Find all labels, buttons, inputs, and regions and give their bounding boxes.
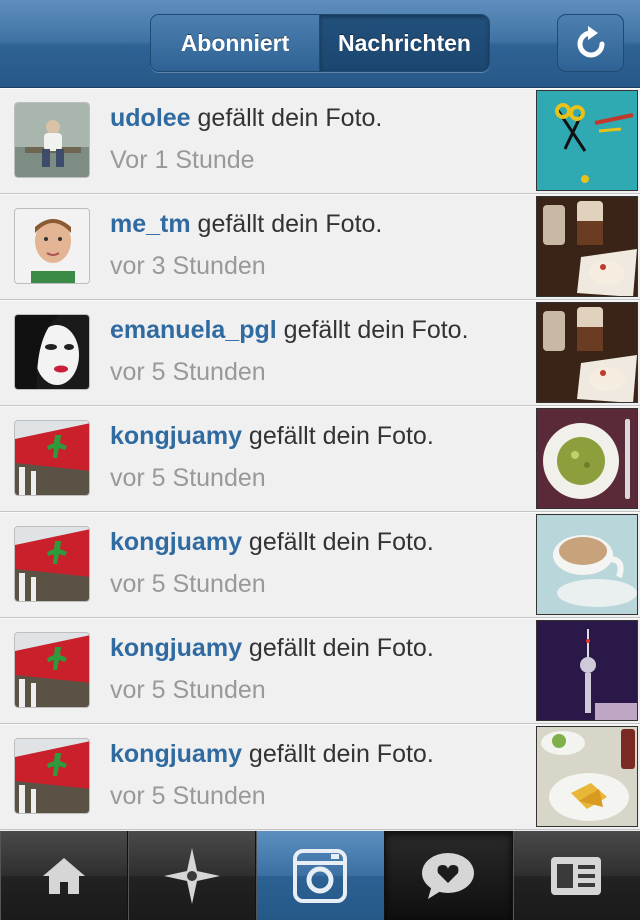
tab-home[interactable]: [0, 831, 129, 920]
action-text: gefällt dein Foto.: [190, 104, 383, 132]
action-text: gefällt dein Foto.: [241, 634, 434, 662]
list-item[interactable]: emanuela_pgl gefällt dein Foto. vor 5 St…: [0, 300, 640, 406]
liked-photo-thumbnail[interactable]: [536, 302, 638, 403]
timestamp: vor 5 Stunden: [110, 464, 266, 492]
news-icon: [422, 852, 475, 899]
tab-following[interactable]: Abonniert: [151, 15, 320, 71]
liked-photo-thumbnail[interactable]: [536, 408, 638, 509]
avatar[interactable]: [14, 738, 90, 814]
notification-text: me_tm gefällt dein Foto.: [110, 210, 382, 239]
camera-icon: [293, 848, 347, 903]
bottom-tab-bar: [0, 831, 640, 920]
action-text: gefällt dein Foto.: [241, 422, 434, 450]
list-item[interactable]: kongjuamy gefällt dein Foto. vor 5 Stund…: [0, 724, 640, 830]
top-navigation-bar: Abonniert Nachrichten: [0, 0, 640, 88]
action-text: gefällt dein Foto.: [190, 210, 383, 238]
refresh-button[interactable]: [557, 14, 624, 72]
username-link[interactable]: me_tm: [110, 210, 191, 238]
tab-profile[interactable]: [513, 831, 640, 920]
timestamp: vor 3 Stunden: [110, 252, 266, 280]
notification-text: udolee gefällt dein Foto.: [110, 104, 382, 133]
tab-camera[interactable]: [256, 831, 385, 920]
list-item[interactable]: kongjuamy gefällt dein Foto. vor 5 Stund…: [0, 512, 640, 618]
news-list: udolee gefällt dein Foto. Vor 1 Stunde m…: [0, 88, 640, 831]
profile-icon: [551, 856, 602, 895]
liked-photo-thumbnail[interactable]: [536, 196, 638, 297]
action-text: gefällt dein Foto.: [241, 528, 434, 556]
home-icon: [42, 857, 85, 894]
username-link[interactable]: kongjuamy: [110, 422, 242, 450]
liked-photo-thumbnail[interactable]: [536, 514, 638, 615]
timestamp: vor 5 Stunden: [110, 358, 266, 386]
username-link[interactable]: kongjuamy: [110, 528, 242, 556]
liked-photo-thumbnail[interactable]: [536, 90, 638, 191]
list-item[interactable]: udolee gefällt dein Foto. Vor 1 Stunde: [0, 88, 640, 194]
action-text: gefällt dein Foto.: [276, 316, 469, 344]
liked-photo-thumbnail[interactable]: [536, 726, 638, 827]
tab-explore[interactable]: [128, 831, 257, 920]
list-item[interactable]: kongjuamy gefällt dein Foto. vor 5 Stund…: [0, 618, 640, 724]
timestamp: vor 5 Stunden: [110, 570, 266, 598]
notification-text: emanuela_pgl gefällt dein Foto.: [110, 316, 469, 345]
tab-news[interactable]: Nachrichten: [320, 15, 489, 71]
refresh-icon: [577, 26, 604, 58]
avatar[interactable]: [14, 208, 90, 284]
username-link[interactable]: udolee: [110, 104, 191, 132]
liked-photo-thumbnail[interactable]: [536, 620, 638, 721]
feed-segmented-control: Abonniert Nachrichten: [150, 14, 490, 72]
avatar[interactable]: [14, 102, 90, 178]
username-link[interactable]: kongjuamy: [110, 634, 242, 662]
notification-text: kongjuamy gefällt dein Foto.: [110, 634, 434, 663]
notification-text: kongjuamy gefällt dein Foto.: [110, 740, 434, 769]
explore-icon: [163, 847, 220, 904]
timestamp: Vor 1 Stunde: [110, 146, 255, 174]
username-link[interactable]: kongjuamy: [110, 740, 242, 768]
tab-news[interactable]: [384, 831, 513, 920]
timestamp: vor 5 Stunden: [110, 782, 266, 810]
timestamp: vor 5 Stunden: [110, 676, 266, 704]
avatar[interactable]: [14, 526, 90, 602]
username-link[interactable]: emanuela_pgl: [110, 316, 277, 344]
avatar[interactable]: [14, 632, 90, 708]
list-item[interactable]: me_tm gefällt dein Foto. vor 3 Stunden: [0, 194, 640, 300]
avatar[interactable]: [14, 314, 90, 390]
action-text: gefällt dein Foto.: [241, 740, 434, 768]
avatar[interactable]: [14, 420, 90, 496]
notification-text: kongjuamy gefällt dein Foto.: [110, 422, 434, 451]
notification-text: kongjuamy gefällt dein Foto.: [110, 528, 434, 557]
list-item[interactable]: kongjuamy gefällt dein Foto. vor 5 Stund…: [0, 406, 640, 512]
